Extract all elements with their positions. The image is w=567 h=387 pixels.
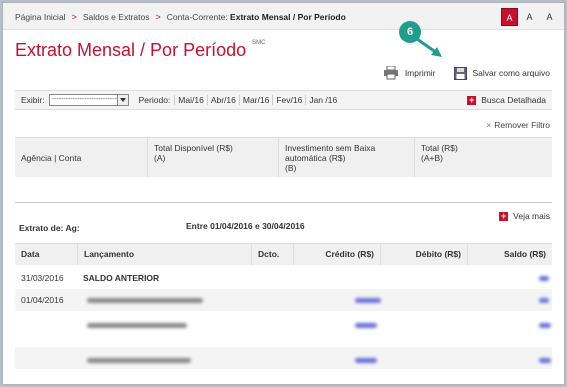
redacted-value: [539, 358, 551, 363]
breadcrumb: Página Inicial > Saldos e Extratos > Conta-C…: [15, 12, 346, 22]
summary-col-investimento-line2: automática (R$): [285, 153, 346, 163]
summary-col-investimento-line3: (B): [285, 163, 297, 173]
row-date: 01/04/2016: [21, 295, 64, 305]
table-row: [15, 347, 552, 369]
action-bar: Imprimir Salvar como arquivo: [383, 66, 550, 80]
column-header-data[interactable]: Data: [15, 244, 77, 265]
page-title-tag: SMC: [252, 40, 266, 46]
floppy-disk-icon: [453, 66, 467, 80]
exibir-select-value: --------------------------------: [51, 96, 127, 103]
table-row: 01/04/2016: [15, 289, 552, 311]
column-header-lancamento[interactable]: Lançamento: [77, 244, 251, 265]
summary-col-total-line1: Total (R$): [421, 143, 458, 153]
redacted-value: [539, 298, 549, 303]
breadcrumb-current: Extrato Mensal / Por Período: [230, 12, 346, 22]
month-link[interactable]: Mai/16: [174, 95, 207, 105]
summary-col-disponivel: Total Disponível (R$) (A): [147, 138, 278, 177]
chevron-right-icon: >: [155, 12, 161, 22]
save-file-button[interactable]: Salvar como arquivo: [453, 66, 550, 80]
app-window: Página Inicial > Saldos e Extratos > Conta-C…: [2, 2, 565, 385]
table-row: [15, 313, 552, 335]
save-file-label: Salvar como arquivo: [472, 68, 550, 78]
row-date: 31/03/2016: [21, 273, 64, 283]
summary-col-investimento: Investimento sem Baixa automática (R$) (…: [278, 138, 414, 177]
table-row: 31/03/2016 SALDO ANTERIOR: [15, 267, 552, 289]
month-link[interactable]: Abr/16: [206, 95, 239, 105]
print-button[interactable]: Imprimir: [383, 66, 436, 80]
font-size-large-button[interactable]: A: [501, 8, 518, 26]
remover-filtro-label: Remover Filtro: [494, 120, 550, 130]
chevron-down-icon: [116, 95, 128, 105]
redacted-text: [87, 358, 191, 363]
font-size-controls: A A A: [501, 8, 558, 26]
printer-icon: [383, 66, 398, 80]
busca-detalhada-label: Busca Detalhada: [481, 95, 546, 105]
breadcrumb-conta[interactable]: Conta-Corrente:: [167, 12, 228, 22]
arrow-pointer-icon: [415, 37, 442, 57]
month-link[interactable]: Mar/16: [238, 95, 272, 105]
extrato-agencia-label: Extrato de: Ag:: [19, 223, 80, 233]
summary-col-agencia: Agência | Conta: [15, 138, 147, 177]
filter-bar: Exibir: --------------------------------…: [15, 90, 552, 110]
section-divider: [15, 202, 552, 203]
summary-col-agencia-label: Agência | Conta: [21, 152, 82, 163]
summary-col-disponivel-line2: (A): [154, 153, 166, 163]
busca-detalhada-button[interactable]: + Busca Detalhada: [467, 95, 546, 105]
month-selector: Mai/16 Abr/16 Mar/16 Fev/16 Jan /16: [174, 95, 340, 105]
summary-col-total: Total (R$) (A+B): [414, 138, 552, 177]
top-bar: Página Inicial > Saldos e Extratos > Conta-C…: [3, 3, 564, 30]
month-link[interactable]: Jan /16: [305, 95, 340, 105]
summary-col-disponivel-line1: Total Disponível (R$): [154, 143, 233, 153]
redacted-value: [539, 276, 549, 281]
exibir-select[interactable]: --------------------------------: [48, 94, 129, 106]
veja-mais-button[interactable]: + Veja mais: [499, 211, 550, 221]
close-icon: ×: [486, 120, 492, 130]
column-header-debito[interactable]: Débito (R$): [380, 244, 467, 265]
summary-table: Agência | Conta Total Disponível (R$) (A…: [15, 137, 552, 177]
remover-filtro-button[interactable]: × Remover Filtro: [486, 120, 550, 130]
column-header-saldo[interactable]: Saldo (R$): [467, 244, 552, 265]
statement-period: Entre 01/04/2016 e 30/04/2016: [186, 221, 305, 231]
statement-table-header: Data Lançamento Dcto. Crédito (R$) Débit…: [15, 243, 552, 265]
redacted-text: [87, 298, 203, 303]
plus-icon: +: [467, 94, 477, 105]
column-header-credito[interactable]: Crédito (R$): [293, 244, 380, 265]
plus-icon: +: [499, 210, 509, 221]
redacted-value: [355, 298, 381, 303]
summary-col-investimento-line1: Investimento sem Baixa: [285, 143, 376, 153]
chevron-right-icon: >: [71, 12, 77, 22]
veja-mais-label: Veja mais: [513, 211, 550, 221]
month-link[interactable]: Fev/16: [272, 95, 305, 105]
column-header-dcto[interactable]: Dcto.: [251, 244, 293, 265]
row-description: SALDO ANTERIOR: [83, 273, 160, 283]
page-title-text: Extrato Mensal / Por Período: [15, 40, 247, 60]
redacted-value: [539, 323, 551, 328]
redacted-value: [355, 323, 377, 328]
font-size-small-button[interactable]: A: [541, 8, 558, 26]
exibir-label: Exibir:: [21, 95, 45, 105]
summary-col-total-line2: (A+B): [421, 153, 443, 163]
font-size-medium-button[interactable]: A: [521, 8, 538, 26]
print-label: Imprimir: [404, 68, 436, 78]
redacted-text: [87, 323, 187, 328]
redacted-value: [355, 358, 377, 363]
page-title: Extrato Mensal / Por Período SMC: [15, 40, 265, 61]
breadcrumb-home[interactable]: Página Inicial: [15, 12, 66, 22]
breadcrumb-saldos[interactable]: Saldos e Extratos: [83, 12, 150, 22]
periodo-label: Periodo:: [138, 95, 171, 105]
